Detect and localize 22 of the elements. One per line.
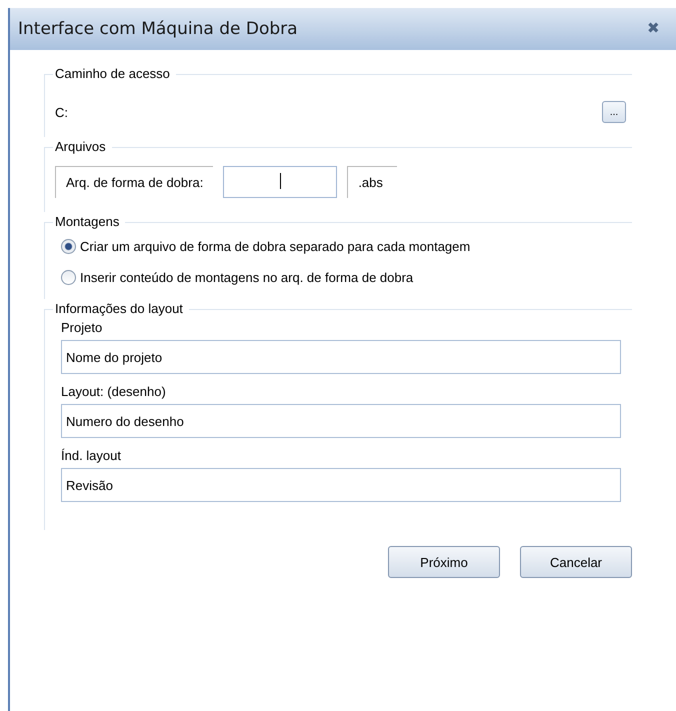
radio-option[interactable]: Inserir conteúdo de montagens no arq. de forma de dobra (61, 270, 632, 285)
group-title: Arquivos (53, 139, 112, 155)
window-title: Interface com Máquina de Dobra (18, 19, 298, 39)
radio-icon[interactable] (61, 239, 76, 254)
text-field[interactable]: Numero do desenho (61, 404, 621, 438)
field-label: Projeto (61, 320, 104, 336)
close-button[interactable]: ✖ (645, 20, 662, 38)
dialog-button[interactable]: Próximo (388, 546, 500, 578)
dialog-button[interactable]: Cancelar (520, 546, 632, 578)
browse-button[interactable]: ... (602, 101, 626, 123)
group-title: Montagens (53, 214, 126, 230)
text-field[interactable]: Nome do projeto (61, 340, 621, 374)
path-text: C: (55, 104, 68, 120)
field-label: Índ. layout (61, 448, 122, 464)
file-label: Arq. de forma de dobra: (55, 166, 214, 198)
file-name-field[interactable] (223, 166, 338, 198)
field-label: Layout: (desenho) (61, 384, 167, 400)
extension-label: .abs (347, 166, 397, 198)
text-field[interactable]: Revisão (61, 468, 621, 502)
radio-icon[interactable] (61, 270, 76, 285)
radio-option[interactable]: Criar um arquivo de forma de dobra separado para cada montagem (61, 239, 632, 254)
group-title: Informações do layout (53, 301, 189, 317)
